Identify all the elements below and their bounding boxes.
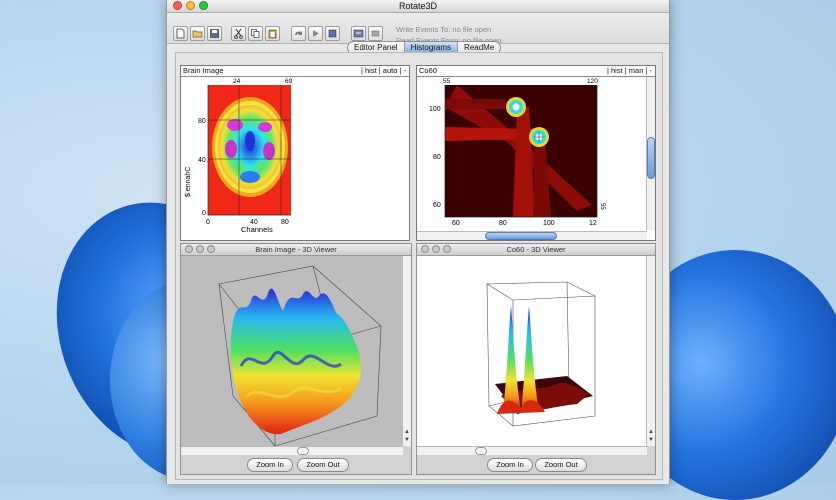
write-events-icon [353,29,364,38]
brain-image-3d-viewer: Brain Image - 3D Viewer ▲ ▼ Zoom In Zoom… [180,243,412,475]
y-tick-0: 0 [202,210,206,217]
histograms-panel: Brain Image | hist | auto | - 24 69 80 4… [175,52,663,480]
scroll-up-icon[interactable]: ▲ [648,428,654,436]
scissors-icon [234,28,243,39]
brain-blob-2 [258,122,272,132]
open-folder-icon [192,30,203,38]
brain-blob-6 [240,171,260,183]
brain-image-histogram: Brain Image | hist | auto | - 24 69 80 4… [180,65,410,241]
top-tick-2: 69 [285,78,293,85]
brain-3d-surface [181,256,409,446]
right-tick: 55 [599,203,605,210]
brain-blob-4 [263,142,275,160]
paste-button[interactable] [265,26,280,41]
histogram-header: Co60 | hist | man | - [417,66,655,77]
histogram-header: Brain Image | hist | auto | - [181,66,409,77]
paste-icon [268,29,277,39]
x-tick-12: 12 [589,220,597,227]
title-bar[interactable]: Rotate3D [167,0,669,13]
histogram-controls[interactable]: | hist | auto | - [361,66,406,76]
cut-button[interactable] [231,26,246,41]
brain-blob-1 [227,119,243,131]
zoom-out-button[interactable]: Zoom Out [297,458,349,472]
top-tick-1: 55 [443,78,451,85]
top-tick-2: 120 [587,78,598,85]
vertical-scrollbar[interactable]: ▲ ▼ [646,256,655,446]
y-tick-100: 100 [429,106,441,113]
vertical-scroll-thumb[interactable] [647,137,655,179]
horizontal-scrollbar[interactable] [417,446,647,455]
y-tick-80: 80 [433,154,441,161]
redo-arrow-icon [295,31,302,35]
x-tick-80: 80 [281,219,289,226]
save-button[interactable] [207,26,222,41]
window-title: Rotate3D [398,1,438,11]
zoom-out-button[interactable]: Zoom Out [535,458,587,472]
histogram-title: Co60 [419,66,437,75]
horizontal-scroll-thumb[interactable] [475,447,487,455]
redo-button[interactable] [291,26,306,41]
read-events-icon [371,30,380,37]
new-file-icon [176,28,185,39]
x-tick-0: 0 [206,219,210,226]
zoom-in-button[interactable]: Zoom In [487,458,533,472]
histogram-controls[interactable]: | hist | man | - [607,66,652,76]
histogram-title: Brain Image [183,66,224,75]
viewer-title-bar[interactable]: Co60 - 3D Viewer [417,244,655,256]
co60-spike-1 [503,306,521,412]
read-events-button[interactable] [368,26,383,41]
vertical-scrollbar[interactable] [646,77,655,230]
co60-band [445,99,505,109]
y-tick-80: 80 [198,118,206,125]
copy-icon [251,29,260,38]
stop-icon [328,29,337,38]
copy-button[interactable] [248,26,263,41]
co60-plot: 55 120 100 80 60 60 80 100 12 55 [429,78,605,227]
toolbar: Write Events To: no file open Read Event… [167,13,669,45]
viewer-title: Brain Image - 3D Viewer [255,245,337,254]
play-button[interactable] [308,26,323,41]
scroll-up-icon[interactable]: ▲ [404,428,410,436]
stop-button[interactable] [325,26,340,41]
write-events-label: Write Events To: no file open [396,25,492,34]
x-tick-100: 100 [543,220,555,227]
y-tick-60: 60 [433,202,441,209]
horizontal-scroll-thumb[interactable] [485,232,557,240]
zoom-in-button[interactable]: Zoom In [247,458,293,472]
brain-blob-5 [245,131,255,151]
y-tick-40: 40 [198,157,206,164]
co60-peak-1-core [512,103,520,111]
rotate3d-window: Rotate3D Write Events To: no file open R… [166,0,670,484]
write-events-button[interactable] [351,26,366,41]
new-file-button[interactable] [173,26,188,41]
co60-3d-viewer: Co60 - 3D Viewer ▲ ▼ Zoom In Zoom Out [416,243,656,475]
brain-blob-3 [225,140,237,158]
viewer-title: Co60 - 3D Viewer [506,245,566,254]
co60-spike-2 [521,306,539,412]
scroll-down-icon[interactable]: ▼ [404,436,410,444]
brain-blob-7 [237,162,245,168]
co60-histogram: Co60 | hist | man | - 55 120 100 80 60 6… [416,65,656,241]
save-icon [210,29,219,38]
top-tick-1: 24 [233,78,241,85]
x-tick-60: 60 [452,220,460,227]
co60-3d-surface [417,256,653,446]
surface-mesh [230,288,361,435]
x-axis-label: Channels [241,225,273,234]
brain-image-plot: 24 69 80 40 0 0 40 80 Channels $ ennahC [185,78,293,234]
horizontal-scrollbar[interactable] [417,231,647,240]
horizontal-scrollbar[interactable] [181,446,403,455]
vertical-scrollbar[interactable]: ▲ ▼ [402,256,411,446]
horizontal-scroll-thumb[interactable] [297,447,309,455]
y-axis-label: $ ennahC [185,167,192,197]
x-tick-80: 80 [499,220,507,227]
open-file-button[interactable] [190,26,205,41]
play-icon [313,30,319,37]
brain-blob-8 [256,162,264,168]
scroll-down-icon[interactable]: ▼ [648,436,654,444]
viewer-title-bar[interactable]: Brain Image - 3D Viewer [181,244,411,256]
